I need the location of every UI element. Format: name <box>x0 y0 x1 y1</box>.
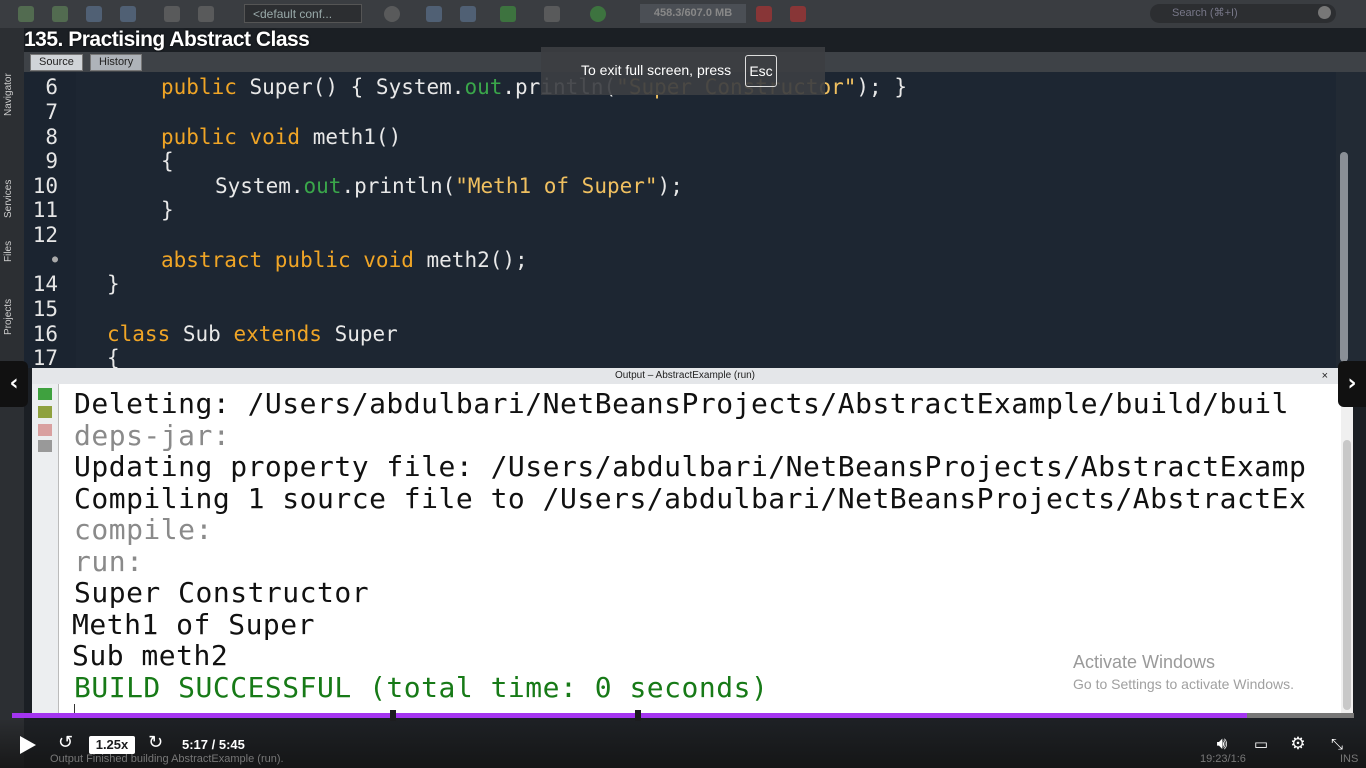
code-line: } <box>107 272 120 296</box>
chapter-marker[interactable] <box>635 710 641 721</box>
progress-fill <box>12 713 1247 718</box>
ide-toolbar: <default conf... 458.3/607.0 MB Search (… <box>0 0 1366 28</box>
new-project-icon[interactable] <box>52 6 68 22</box>
ide-status-text: Output Finished building AbstractExample… <box>50 753 284 765</box>
captions-icon[interactable]: ▭ <box>1250 735 1272 753</box>
line-number: 9 <box>45 149 58 173</box>
ide-status-bar: Output Finished building AbstractExample… <box>0 752 1366 768</box>
playback-speed-button[interactable]: 1.25x <box>89 736 135 754</box>
line-number: 14 <box>32 272 58 296</box>
output-line: Updating property file: /Users/abdulbari… <box>74 450 1307 483</box>
close-icon[interactable]: × <box>1322 368 1328 384</box>
profile-icon[interactable] <box>590 6 606 22</box>
save-all-icon[interactable] <box>120 6 136 22</box>
fullscreen-banner: To exit full screen, press Esc <box>541 47 825 95</box>
line-number: 6 <box>45 75 58 99</box>
side-tab-projects[interactable]: Projects <box>3 292 21 342</box>
output-scrollbar[interactable] <box>1341 384 1353 714</box>
fullscreen-banner-text: To exit full screen, press <box>581 62 732 78</box>
output-toolbar <box>32 384 59 714</box>
output-line: Compiling 1 source file to /Users/abdulb… <box>74 482 1307 515</box>
side-tab-files[interactable]: Files <box>3 236 21 266</box>
output-line: deps-jar: <box>74 419 231 452</box>
esc-key-badge: Esc <box>745 55 777 87</box>
search-input[interactable]: Search (⌘+I) <box>1150 4 1336 23</box>
new-file-icon[interactable] <box>18 6 34 22</box>
side-tab-navigator[interactable]: Navigator <box>3 60 21 130</box>
code-editor[interactable]: 6 7 8 9 10 11 12 ● 14 15 16 17 public Su… <box>24 72 1336 368</box>
video-title: 135. Practising Abstract Class <box>24 28 310 51</box>
output-line: Sub meth2 <box>72 639 229 672</box>
previous-lecture-button[interactable]: ‹ <box>0 361 28 407</box>
line-number: 10 <box>32 174 58 198</box>
insert-mode: INS <box>1340 753 1359 765</box>
target-icon[interactable] <box>384 6 400 22</box>
output-panel-header: Output – AbstractExample (run) × <box>32 368 1338 385</box>
code-line: System.out.println("Meth1 of Super"); <box>215 174 683 198</box>
debug-icon[interactable] <box>544 6 560 22</box>
play-button[interactable] <box>20 736 36 754</box>
build-status: BUILD SUCCESSFUL (total time: 0 seconds) <box>74 671 769 704</box>
activate-windows-subtitle: Go to Settings to activate Windows. <box>1073 676 1294 692</box>
output-line: Super Constructor <box>74 576 370 609</box>
memory-indicator[interactable]: 458.3/607.0 MB <box>640 4 746 23</box>
close-icon[interactable] <box>1318 6 1331 19</box>
profiler-icon[interactable] <box>790 6 806 22</box>
warning-icon[interactable]: ● <box>24 254 58 265</box>
line-number-gutter: 6 7 8 9 10 11 12 ● 14 15 16 17 <box>24 72 76 368</box>
chevron-left-icon: ‹ <box>9 371 19 396</box>
forward-icon[interactable]: ↻ <box>148 734 166 752</box>
code-line: class Sub extends Super <box>107 322 398 346</box>
run-icon[interactable] <box>500 6 516 22</box>
rerun-with-options-icon[interactable] <box>38 406 52 418</box>
code-line: { <box>107 346 120 368</box>
cursor-position: 19:23/1:6 <box>1200 753 1246 765</box>
tab-source[interactable]: Source <box>30 54 83 71</box>
editor-scroll-thumb[interactable] <box>1340 152 1348 362</box>
config-dropdown[interactable]: <default conf... <box>244 4 362 23</box>
output-line: Deleting: /Users/abdulbari/NetBeansProje… <box>74 387 1290 420</box>
code-line: { <box>161 149 174 173</box>
rewind-icon[interactable]: ↺ <box>58 734 76 752</box>
rerun-icon[interactable] <box>38 388 52 400</box>
output-line: run: <box>74 545 144 578</box>
activate-windows-title: Activate Windows <box>1073 652 1216 672</box>
next-lecture-button[interactable]: › <box>1338 361 1366 407</box>
output-line: compile: <box>74 513 213 546</box>
line-number: 12 <box>32 223 58 247</box>
settings-gear-icon[interactable]: ⚙ <box>1287 735 1309 753</box>
open-project-icon[interactable] <box>86 6 102 22</box>
tab-history[interactable]: History <box>90 54 143 71</box>
undo-icon[interactable] <box>164 6 180 22</box>
code-line: public void meth1() <box>161 125 402 149</box>
time-display: 5:17 / 5:45 <box>182 737 245 752</box>
redo-icon[interactable] <box>198 6 214 22</box>
stop-icon[interactable] <box>38 424 52 436</box>
line-number: 15 <box>32 297 58 321</box>
output-panel-title: Output – AbstractExample (run) <box>614 370 756 381</box>
gc-icon[interactable] <box>756 6 772 22</box>
exit-fullscreen-icon[interactable]: ⤡ <box>1326 735 1348 753</box>
line-number: 16 <box>32 322 58 346</box>
side-tab-services[interactable]: Services <box>3 168 21 230</box>
volume-icon[interactable]: 🔊︎ <box>1211 735 1233 753</box>
line-number: 7 <box>45 100 58 124</box>
output-line: Meth1 of Super <box>72 608 316 641</box>
code-line: } <box>161 198 174 222</box>
line-number: 11 <box>32 198 58 222</box>
settings-icon[interactable] <box>38 440 52 452</box>
code-line: abstract public void meth2(); <box>161 248 528 272</box>
build-icon[interactable] <box>426 6 442 22</box>
chapter-marker[interactable] <box>390 710 396 721</box>
line-number: 8 <box>45 125 58 149</box>
progress-bar[interactable] <box>12 710 1354 721</box>
output-scroll-thumb[interactable] <box>1343 440 1351 710</box>
clean-build-icon[interactable] <box>460 6 476 22</box>
editor-scrollbar[interactable] <box>1336 72 1366 368</box>
chevron-right-icon: › <box>1347 371 1357 396</box>
line-number: 17 <box>32 346 58 368</box>
